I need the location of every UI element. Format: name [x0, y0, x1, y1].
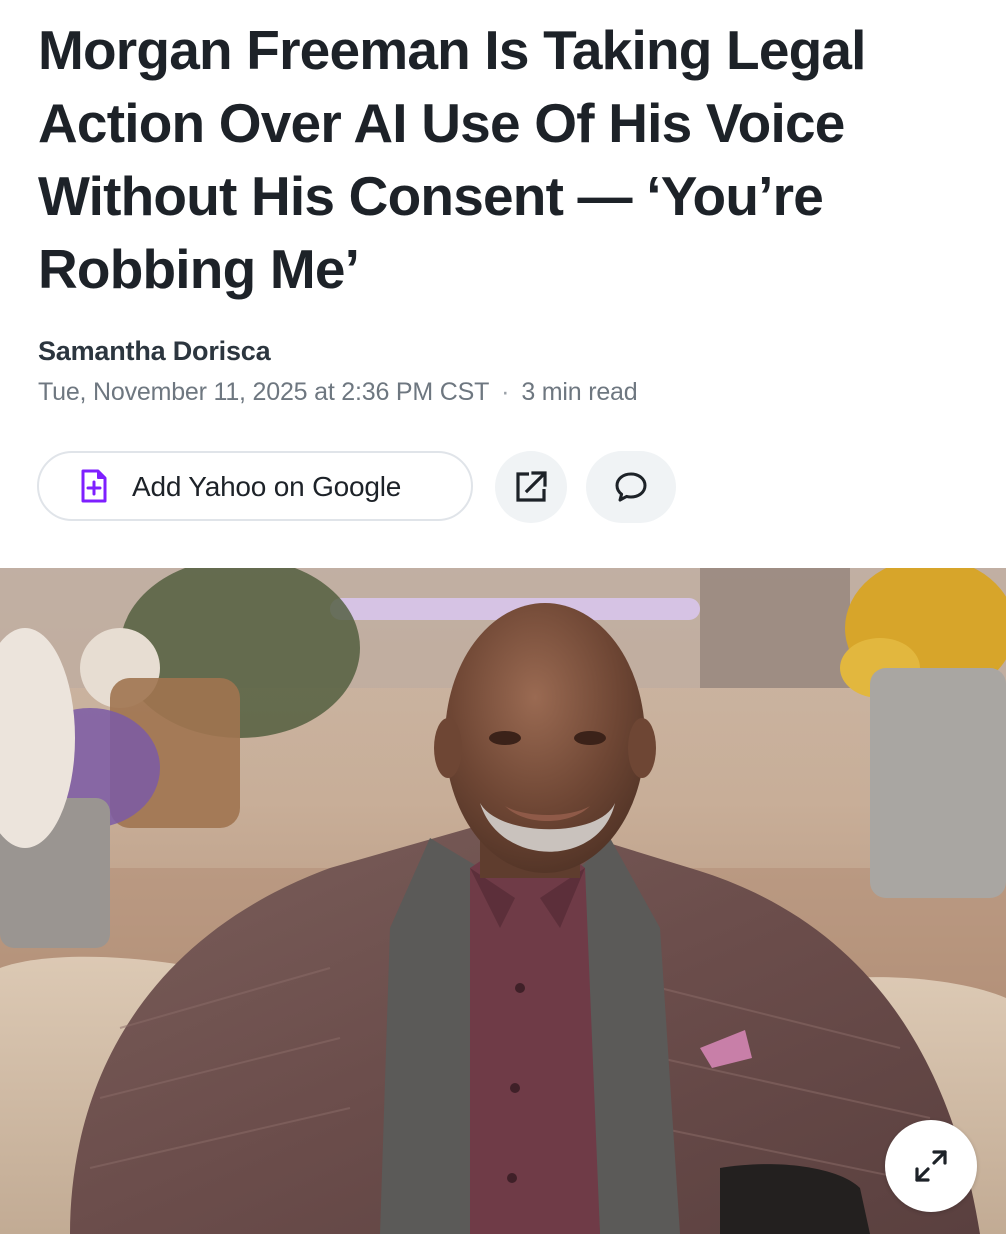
- add-yahoo-on-google-button[interactable]: Add Yahoo on Google: [37, 451, 473, 521]
- comment-bubble-icon: [615, 472, 647, 502]
- comments-button[interactable]: [586, 451, 676, 523]
- document-plus-icon: [81, 469, 107, 503]
- read-time: 3 min read: [521, 378, 638, 406]
- article-photo: [0, 568, 1006, 1234]
- expand-arrows-icon: [915, 1150, 947, 1182]
- article-headline: Morgan Freeman Is Taking Legal Action Ov…: [38, 19, 866, 300]
- add-yahoo-on-google-label: Add Yahoo on Google: [132, 471, 402, 502]
- author-name[interactable]: Samantha Dorisca: [38, 336, 271, 367]
- expand-photo-button[interactable]: [885, 1120, 977, 1212]
- share-button[interactable]: [495, 451, 567, 523]
- publish-date: Tue, November 11, 2025 at 2:36 PM CST: [38, 378, 490, 406]
- meta-separator: ·: [501, 378, 510, 406]
- article-photo-image: [0, 568, 1006, 1234]
- share-external-icon: [516, 471, 547, 502]
- article-header: Morgan Freeman Is Taking Legal Action Ov…: [0, 0, 1006, 568]
- article-meta: Tue, November 11, 2025 at 2:36 PM CST · 3 …: [38, 378, 638, 407]
